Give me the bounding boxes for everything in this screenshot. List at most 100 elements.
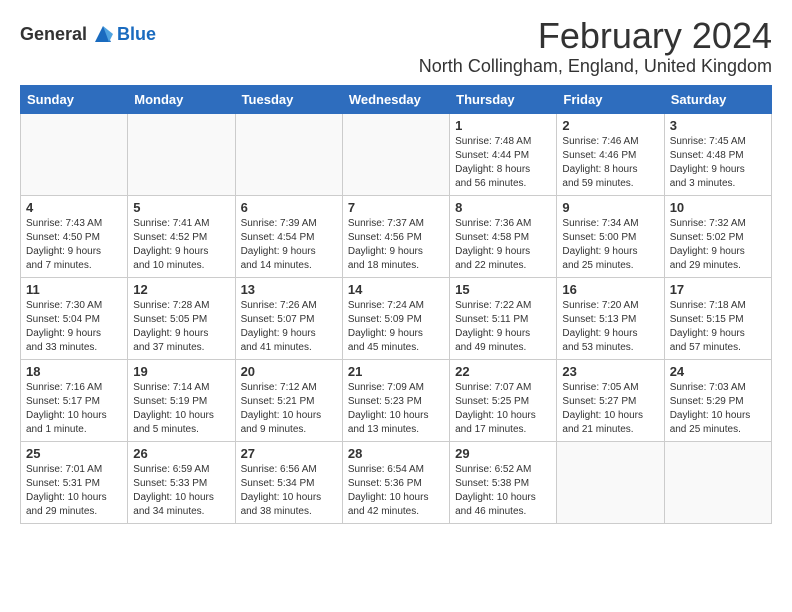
- calendar-week-row: 4 Sunrise: 7:43 AMSunset: 4:50 PMDaylight…: [21, 195, 772, 277]
- column-header-friday: Friday: [557, 85, 664, 113]
- column-header-tuesday: Tuesday: [235, 85, 342, 113]
- calendar-cell: [664, 441, 771, 523]
- day-info: Sunrise: 7:37 AMSunset: 4:56 PMDaylight:…: [348, 217, 444, 273]
- day-number: 14: [348, 282, 444, 297]
- page-title: February 2024: [419, 16, 772, 56]
- day-info: Sunrise: 7:41 AMSunset: 4:52 PMDaylight:…: [133, 217, 229, 273]
- day-info: Sunrise: 7:36 AMSunset: 4:58 PMDaylight:…: [455, 217, 551, 273]
- column-header-saturday: Saturday: [664, 85, 771, 113]
- calendar-header-row: SundayMondayTuesdayWednesdayThursdayFrid…: [21, 85, 772, 113]
- logo-icon: [89, 20, 117, 48]
- calendar-cell: [21, 113, 128, 195]
- day-info: Sunrise: 7:12 AMSunset: 5:21 PMDaylight:…: [241, 381, 337, 437]
- calendar-cell: 23 Sunrise: 7:05 AMSunset: 5:27 PMDayligh…: [557, 359, 664, 441]
- day-info: Sunrise: 7:48 AMSunset: 4:44 PMDaylight:…: [455, 135, 551, 191]
- day-number: 3: [670, 118, 766, 133]
- day-info: Sunrise: 7:09 AMSunset: 5:23 PMDaylight:…: [348, 381, 444, 437]
- calendar-cell: [557, 441, 664, 523]
- day-info: Sunrise: 6:56 AMSunset: 5:34 PMDaylight:…: [241, 463, 337, 519]
- column-header-wednesday: Wednesday: [342, 85, 449, 113]
- day-info: Sunrise: 7:16 AMSunset: 5:17 PMDaylight:…: [26, 381, 122, 437]
- day-info: Sunrise: 7:45 AMSunset: 4:48 PMDaylight:…: [670, 135, 766, 191]
- day-number: 27: [241, 446, 337, 461]
- day-info: Sunrise: 7:20 AMSunset: 5:13 PMDaylight:…: [562, 299, 658, 355]
- calendar-cell: 10 Sunrise: 7:32 AMSunset: 5:02 PMDayligh…: [664, 195, 771, 277]
- calendar-cell: 6Sunrise: 7:39 AMSunset: 4:54 PMDaylight…: [235, 195, 342, 277]
- day-number: 13: [241, 282, 337, 297]
- day-number: 22: [455, 364, 551, 379]
- day-number: 1: [455, 118, 551, 133]
- day-number: 12: [133, 282, 229, 297]
- day-number: 10: [670, 200, 766, 215]
- day-info: Sunrise: 7:34 AMSunset: 5:00 PMDaylight:…: [562, 217, 658, 273]
- day-number: 7: [348, 200, 444, 215]
- day-info: Sunrise: 7:22 AMSunset: 5:11 PMDaylight:…: [455, 299, 551, 355]
- day-info: Sunrise: 7:24 AMSunset: 5:09 PMDaylight:…: [348, 299, 444, 355]
- logo-text-blue: Blue: [117, 24, 156, 45]
- calendar-cell: 21 Sunrise: 7:09 AMSunset: 5:23 PMDayligh…: [342, 359, 449, 441]
- calendar-week-row: 1 Sunrise: 7:48 AMSunset: 4:44 PMDaylight…: [21, 113, 772, 195]
- day-number: 18: [26, 364, 122, 379]
- calendar-cell: 14 Sunrise: 7:24 AMSunset: 5:09 PMDayligh…: [342, 277, 449, 359]
- day-number: 21: [348, 364, 444, 379]
- day-info: Sunrise: 7:03 AMSunset: 5:29 PMDaylight:…: [670, 381, 766, 437]
- calendar-cell: 18 Sunrise: 7:16 AMSunset: 5:17 PMDayligh…: [21, 359, 128, 441]
- day-number: 17: [670, 282, 766, 297]
- day-info: Sunrise: 7:43 AMSunset: 4:50 PMDaylight:…: [26, 217, 122, 273]
- column-header-sunday: Sunday: [21, 85, 128, 113]
- day-info: Sunrise: 6:54 AMSunset: 5:36 PMDaylight:…: [348, 463, 444, 519]
- day-info: Sunrise: 6:52 AMSunset: 5:38 PMDaylight:…: [455, 463, 551, 519]
- day-info: Sunrise: 6:59 AMSunset: 5:33 PMDaylight:…: [133, 463, 229, 519]
- page-subtitle: North Collingham, England, United Kingdo…: [419, 56, 772, 77]
- logo: General Blue: [20, 20, 156, 48]
- calendar-week-row: 18 Sunrise: 7:16 AMSunset: 5:17 PMDayligh…: [21, 359, 772, 441]
- calendar-cell: 16 Sunrise: 7:20 AMSunset: 5:13 PMDayligh…: [557, 277, 664, 359]
- calendar-cell: 1 Sunrise: 7:48 AMSunset: 4:44 PMDaylight…: [450, 113, 557, 195]
- day-number: 28: [348, 446, 444, 461]
- column-header-thursday: Thursday: [450, 85, 557, 113]
- calendar-cell: 3 Sunrise: 7:45 AMSunset: 4:48 PMDaylight…: [664, 113, 771, 195]
- day-info: Sunrise: 7:14 AMSunset: 5:19 PMDaylight:…: [133, 381, 229, 437]
- day-number: 19: [133, 364, 229, 379]
- calendar-cell: 4 Sunrise: 7:43 AMSunset: 4:50 PMDaylight…: [21, 195, 128, 277]
- calendar-cell: 24Sunrise: 7:03 AMSunset: 5:29 PMDayligh…: [664, 359, 771, 441]
- calendar: SundayMondayTuesdayWednesdayThursdayFrid…: [20, 85, 772, 524]
- day-number: 26: [133, 446, 229, 461]
- calendar-cell: 13Sunrise: 7:26 AMSunset: 5:07 PMDayligh…: [235, 277, 342, 359]
- header: General Blue February 2024 North Colling…: [20, 16, 772, 77]
- calendar-cell: 17 Sunrise: 7:18 AMSunset: 5:15 PMDayligh…: [664, 277, 771, 359]
- calendar-week-row: 25 Sunrise: 7:01 AMSunset: 5:31 PMDayligh…: [21, 441, 772, 523]
- day-number: 20: [241, 364, 337, 379]
- calendar-cell: [235, 113, 342, 195]
- day-number: 11: [26, 282, 122, 297]
- calendar-cell: 7 Sunrise: 7:37 AMSunset: 4:56 PMDaylight…: [342, 195, 449, 277]
- title-area: February 2024 North Collingham, England,…: [419, 16, 772, 77]
- day-number: 15: [455, 282, 551, 297]
- calendar-cell: 8Sunrise: 7:36 AMSunset: 4:58 PMDaylight…: [450, 195, 557, 277]
- calendar-cell: [342, 113, 449, 195]
- calendar-cell: 5 Sunrise: 7:41 AMSunset: 4:52 PMDaylight…: [128, 195, 235, 277]
- calendar-cell: 11Sunrise: 7:30 AMSunset: 5:04 PMDayligh…: [21, 277, 128, 359]
- day-number: 23: [562, 364, 658, 379]
- day-info: Sunrise: 7:18 AMSunset: 5:15 PMDaylight:…: [670, 299, 766, 355]
- calendar-cell: 26 Sunrise: 6:59 AMSunset: 5:33 PMDayligh…: [128, 441, 235, 523]
- calendar-cell: 15 Sunrise: 7:22 AMSunset: 5:11 PMDayligh…: [450, 277, 557, 359]
- calendar-cell: 19 Sunrise: 7:14 AMSunset: 5:19 PMDayligh…: [128, 359, 235, 441]
- day-info: Sunrise: 7:07 AMSunset: 5:25 PMDaylight:…: [455, 381, 551, 437]
- column-header-monday: Monday: [128, 85, 235, 113]
- day-number: 5: [133, 200, 229, 215]
- day-info: Sunrise: 7:01 AMSunset: 5:31 PMDaylight:…: [26, 463, 122, 519]
- day-number: 29: [455, 446, 551, 461]
- calendar-cell: 20 Sunrise: 7:12 AMSunset: 5:21 PMDayligh…: [235, 359, 342, 441]
- day-number: 16: [562, 282, 658, 297]
- calendar-cell: 2Sunrise: 7:46 AMSunset: 4:46 PMDaylight…: [557, 113, 664, 195]
- day-number: 25: [26, 446, 122, 461]
- day-info: Sunrise: 7:32 AMSunset: 5:02 PMDaylight:…: [670, 217, 766, 273]
- day-number: 4: [26, 200, 122, 215]
- calendar-week-row: 11Sunrise: 7:30 AMSunset: 5:04 PMDayligh…: [21, 277, 772, 359]
- calendar-cell: 27 Sunrise: 6:56 AMSunset: 5:34 PMDayligh…: [235, 441, 342, 523]
- day-info: Sunrise: 7:05 AMSunset: 5:27 PMDaylight:…: [562, 381, 658, 437]
- day-info: Sunrise: 7:39 AMSunset: 4:54 PMDaylight:…: [241, 217, 337, 273]
- calendar-cell: 28 Sunrise: 6:54 AMSunset: 5:36 PMDayligh…: [342, 441, 449, 523]
- calendar-cell: 22 Sunrise: 7:07 AMSunset: 5:25 PMDayligh…: [450, 359, 557, 441]
